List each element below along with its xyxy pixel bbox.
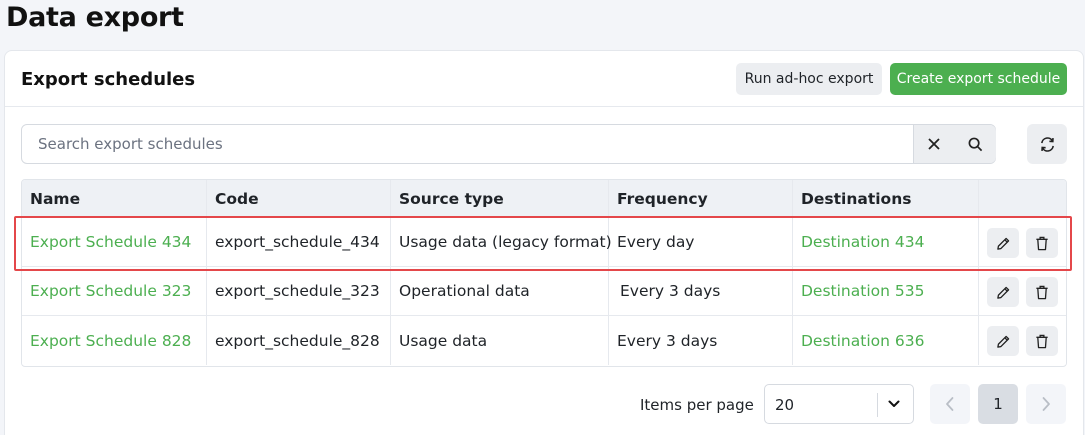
- schedule-frequency: Every 3 days: [609, 267, 793, 315]
- column-header-code: Code: [207, 180, 391, 217]
- schedule-source-type: Usage data (legacy format): [391, 218, 612, 266]
- destination-link[interactable]: Destination 535: [801, 282, 924, 300]
- column-header-frequency: Frequency: [609, 180, 793, 217]
- edit-button[interactable]: [987, 228, 1019, 258]
- table-row: Export Schedule 323 export_schedule_323 …: [22, 267, 1066, 316]
- page-number-button[interactable]: 1: [978, 384, 1018, 424]
- schedule-code: export_schedule_323: [207, 267, 391, 315]
- schedule-name-link[interactable]: Export Schedule 434: [30, 233, 191, 251]
- schedule-frequency: Every 3 days: [609, 316, 793, 365]
- search-icon: [968, 137, 982, 151]
- card-header: Export schedules Run ad-hoc export Creat…: [5, 51, 1083, 107]
- trash-icon: [1036, 285, 1048, 299]
- search-box: [21, 124, 996, 164]
- edit-button[interactable]: [987, 277, 1019, 307]
- schedule-source-type: Operational data: [391, 267, 609, 315]
- next-page-button[interactable]: [1026, 384, 1066, 424]
- table-header-row: Name Code Source type Frequency Destinat…: [22, 180, 1066, 218]
- refresh-icon: [1040, 136, 1054, 152]
- pencil-icon: [996, 237, 1009, 250]
- previous-page-button[interactable]: [930, 384, 970, 424]
- delete-button[interactable]: [1026, 277, 1058, 307]
- items-per-page-select[interactable]: 20: [764, 384, 914, 424]
- search-button[interactable]: [954, 125, 996, 163]
- destination-link[interactable]: Destination 636: [801, 332, 924, 350]
- schedule-code: export_schedule_434: [207, 218, 391, 266]
- schedule-source-type: Usage data: [391, 316, 609, 365]
- delete-button[interactable]: [1026, 228, 1058, 258]
- run-adhoc-export-button[interactable]: Run ad-hoc export: [736, 63, 882, 95]
- column-header-name: Name: [22, 180, 207, 217]
- trash-icon: [1036, 334, 1048, 348]
- page-title: Data export: [6, 2, 184, 33]
- trash-icon: [1036, 236, 1048, 250]
- select-divider: [877, 393, 878, 417]
- schedule-name-link[interactable]: Export Schedule 323: [30, 282, 191, 300]
- card-title: Export schedules: [21, 69, 196, 90]
- destination-link[interactable]: Destination 434: [801, 233, 924, 251]
- search-input[interactable]: [22, 125, 912, 163]
- create-export-schedule-button[interactable]: Create export schedule: [890, 63, 1067, 95]
- column-header-destinations: Destinations: [793, 180, 979, 217]
- chevron-down-icon: [888, 400, 900, 407]
- items-per-page-label: Items per page: [640, 396, 754, 414]
- schedule-frequency: Every day: [609, 218, 793, 266]
- table-row: Export Schedule 434 export_schedule_434 …: [22, 218, 1066, 267]
- schedule-name-link[interactable]: Export Schedule 828: [30, 332, 191, 350]
- pencil-icon: [996, 286, 1009, 299]
- chevron-left-icon: [946, 397, 954, 411]
- schedule-code: export_schedule_828: [207, 316, 391, 365]
- delete-button[interactable]: [1026, 326, 1058, 356]
- close-icon: [928, 138, 940, 150]
- export-schedules-card: Export schedules Run ad-hoc export Creat…: [4, 50, 1084, 435]
- chevron-right-icon: [1042, 397, 1050, 411]
- clear-search-button[interactable]: [913, 125, 954, 163]
- table-row: Export Schedule 828 export_schedule_828 …: [22, 316, 1066, 365]
- pencil-icon: [996, 335, 1009, 348]
- export-schedules-table: Name Code Source type Frequency Destinat…: [21, 179, 1067, 367]
- items-per-page-value: 20: [775, 396, 795, 414]
- edit-button[interactable]: [987, 326, 1019, 356]
- refresh-button[interactable]: [1027, 124, 1067, 164]
- column-header-source-type: Source type: [391, 180, 609, 217]
- column-header-actions: [979, 180, 1066, 217]
